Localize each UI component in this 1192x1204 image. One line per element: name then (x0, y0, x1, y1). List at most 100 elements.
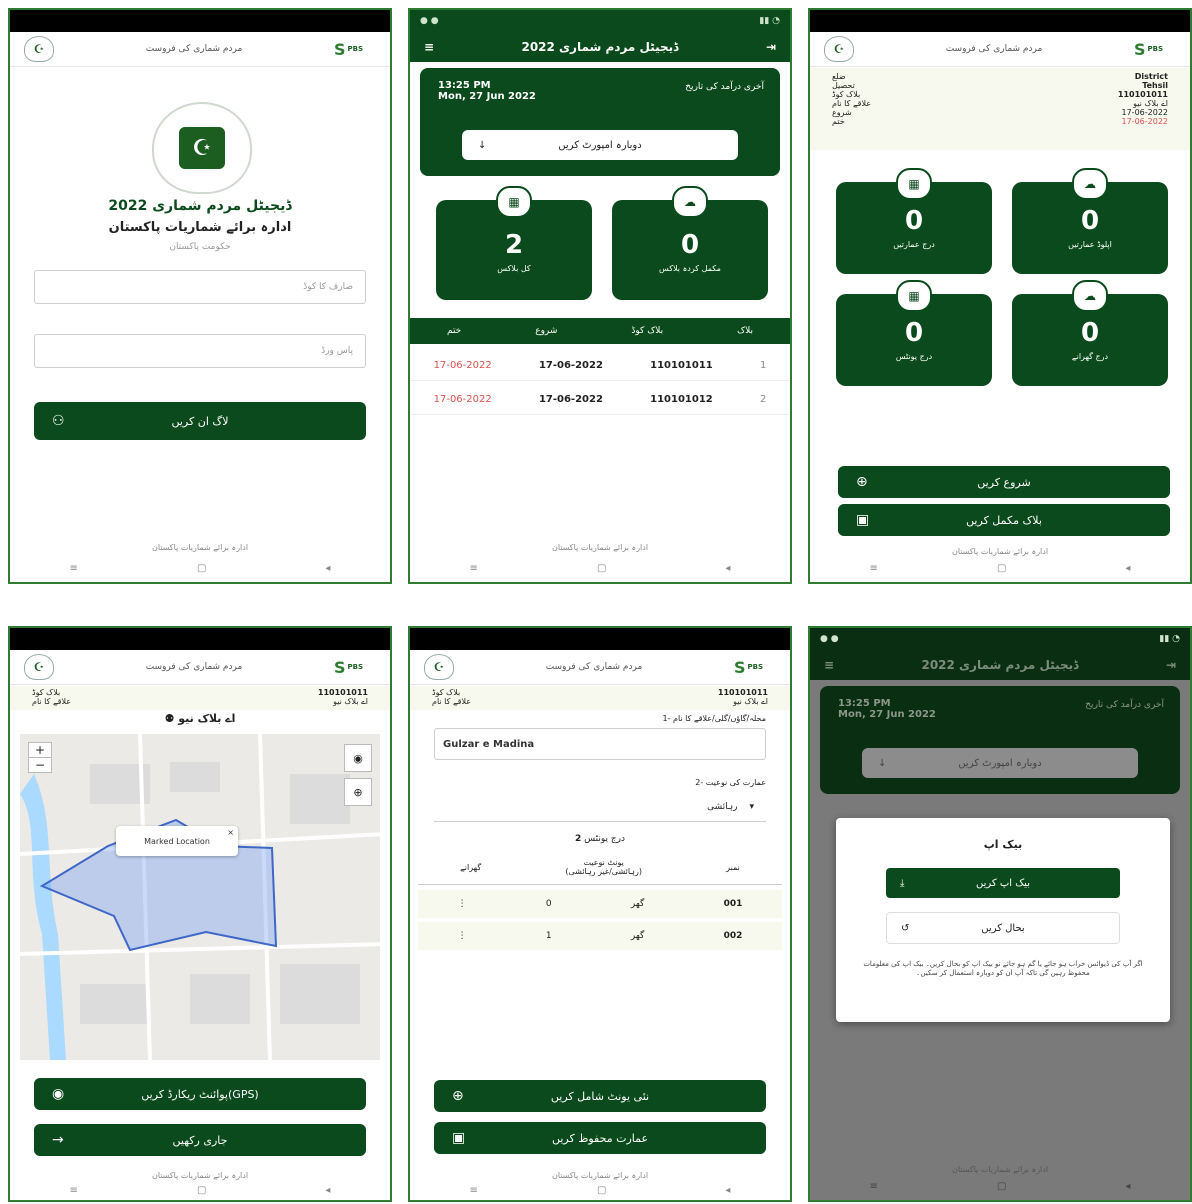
footer-text: ادارہ برائے شماریات پاکستان (151, 1171, 249, 1180)
building-type-select[interactable]: رہائشی ▾ (434, 792, 766, 822)
home-icon[interactable]: ▢ (197, 563, 206, 574)
map-block (190, 974, 250, 1024)
status-bar (410, 628, 790, 650)
footer-text: ادارہ برائے شماریات پاکستان (951, 547, 1049, 556)
last-import-label: آخری درآمد کی تاریخ (685, 82, 764, 92)
back-icon[interactable]: ◂ (725, 1185, 730, 1196)
restore-button[interactable]: ↺ بحال کریں (886, 912, 1120, 944)
menu-icon[interactable]: ≡ (870, 563, 878, 574)
pbs-logo: S PBS (733, 657, 764, 677)
menu-icon[interactable]: ≡ (824, 658, 834, 672)
reimport-button[interactable]: ↓ دوبارہ امپورٹ کریں (462, 130, 738, 160)
zoom-in-button[interactable]: + (29, 743, 51, 757)
dialog-title: بیک اپ (983, 838, 1023, 851)
add-unit-button[interactable]: ⊕ نئی یونٹ شامل کریں (434, 1080, 766, 1112)
menu-icon[interactable]: ≡ (70, 563, 78, 574)
map-road (20, 942, 380, 956)
reimport-button: ↓ دوبارہ امپورٹ کریں (862, 748, 1138, 778)
table-row[interactable]: ⋮ 1 گھر 002 (418, 922, 782, 950)
menu-icon[interactable]: ≡ (470, 563, 478, 574)
block-info: بلاک کوڈ 110101011 علاقے کا نام اے بلاک نی… (410, 686, 790, 710)
arrow-right-icon: → (52, 1132, 64, 1148)
area-name: ⚉ اے بلاک نیو (164, 712, 236, 725)
record-gps-button[interactable]: ◉ پوائنٹ ریکارڈ کریں(GPS) (34, 1078, 366, 1110)
backup-dialog-screen: ● ● ▮▮ ◔ ≡ ڈیجیٹل مردم شماری 2022 ⇥ 13:25… (808, 626, 1192, 1202)
status-bar: ● ● ▮▮ ◔ (410, 10, 790, 32)
save-icon: ▣ (452, 1130, 466, 1146)
emblem-icon: ☪ (24, 654, 54, 680)
units-table-header: گھرانے یونٹ نوعیت (رہائشی/غیر رہائشی) نمب… (418, 850, 782, 885)
building-icon: ▦ (896, 168, 932, 200)
home-icon[interactable]: ▢ (597, 1185, 606, 1196)
username-input[interactable]: صارف کا کوڈ (34, 270, 366, 304)
home-icon[interactable]: ▢ (997, 1181, 1006, 1192)
back-icon[interactable]: ◂ (1125, 563, 1130, 574)
start-button[interactable]: ⊕ شروع کریں (838, 466, 1170, 498)
back-icon[interactable]: ◂ (325, 1185, 330, 1196)
table-row[interactable]: ⋮ 0 گھر 001 (418, 890, 782, 918)
more-icon[interactable]: ⋮ (458, 931, 467, 941)
pbs-logo: S PBS (333, 39, 364, 59)
complete-block-button[interactable]: ▣ بلاک مکمل کریں (838, 504, 1170, 536)
map-view[interactable]: + − ◉ ⊕ Marked Location × (20, 734, 380, 1060)
status-bar: ● ● ▮▮ ◔ (810, 628, 1190, 650)
org-name: ادارہ برائے شماریات پاکستان (108, 220, 292, 235)
header-title: مردم شماری کی فروست (945, 44, 1043, 54)
eye-icon: ◉ (52, 1086, 65, 1102)
nav-bar: ≡ ▢ ◂ (10, 563, 390, 574)
home-icon[interactable]: ▢ (997, 563, 1006, 574)
nav-bar: ≡ ▢ ◂ (410, 563, 790, 574)
back-icon[interactable]: ◂ (325, 563, 330, 574)
save-building-button[interactable]: ▣ عمارت محفوظ کریں (434, 1122, 766, 1154)
app-bar: ≡ ڈیجیٹل مردم شماری 2022 ⇥ (810, 650, 1190, 680)
login-button[interactable]: ⚇ لاگ ان کریں (34, 402, 366, 440)
block-info: ضلع District تحصیل Tehsil بلاک کوڈ 11010101… (810, 68, 1190, 150)
more-icon[interactable]: ⋮ (458, 899, 467, 909)
history-icon: ↺ (901, 922, 910, 934)
cloud-upload-icon: ☁ (1072, 168, 1108, 200)
table-row[interactable]: 17-06-2022 17-06-2022 110101012 2 (410, 384, 790, 415)
import-time: 13:25 PM (438, 80, 491, 91)
stat-card: ☁ 0 درج گھرانے (1012, 280, 1168, 386)
back-icon[interactable]: ◂ (725, 563, 730, 574)
home-icon[interactable]: ▢ (597, 563, 606, 574)
map-screen: ☪ مردم شماری کی فروست S PBS بلاک کوڈ 11010… (8, 626, 392, 1202)
close-icon[interactable]: × (227, 828, 234, 837)
block-info: بلاک کوڈ 110101011 علاقے کا نام اے بلاک نی… (10, 686, 390, 710)
cloud-upload-icon: ☁ (672, 186, 708, 218)
emblem-icon: ☪ (24, 36, 54, 62)
river (20, 774, 66, 1060)
logout-icon[interactable]: ⇥ (1166, 658, 1176, 672)
logout-icon[interactable]: ⇥ (766, 40, 776, 54)
app-header: ☪ مردم شماری کی فروست S PBS (10, 32, 390, 67)
menu-icon[interactable]: ≡ (70, 1185, 78, 1196)
back-icon[interactable]: ◂ (1125, 1181, 1130, 1192)
continue-button[interactable]: → جاری رکھیں (34, 1124, 366, 1156)
menu-icon[interactable]: ≡ (470, 1185, 478, 1196)
home-icon[interactable]: ▢ (197, 1185, 206, 1196)
header-title: مردم شماری کی فروست (145, 44, 243, 54)
table-row[interactable]: 17-06-2022 17-06-2022 110101011 1 (410, 350, 790, 381)
locate-button[interactable]: ⊕ (344, 778, 372, 806)
footer-text: ادارہ برائے شماریات پاکستان (551, 543, 649, 552)
import-panel: 13:25 PM Mon, 27 Jun 2022 آخری درآمد کی … (420, 68, 780, 176)
password-input[interactable]: پاس ورڈ (34, 334, 366, 368)
login-screen: ☪ مردم شماری کی فروست S PBS ☪ ڈیجیٹل مردم… (8, 8, 392, 584)
zoom-controls: + − (28, 742, 52, 773)
menu-icon[interactable]: ≡ (424, 40, 434, 54)
map-popup: Marked Location × (116, 826, 238, 856)
status-bar (810, 10, 1190, 32)
locality-input[interactable]: Gulzar e Madina (434, 728, 766, 760)
download-icon: ⤓ (900, 877, 905, 889)
nav-bar: ≡ ▢ ◂ (410, 1185, 790, 1196)
app-header: ☪ مردم شماری کی فروست S PBS (10, 650, 390, 685)
import-panel: 13:25 PM Mon, 27 Jun 2022 آخری درآمد کی … (820, 686, 1180, 794)
crosshair-icon: ⊕ (353, 785, 363, 799)
zoom-out-button[interactable]: − (29, 757, 51, 772)
menu-icon[interactable]: ≡ (870, 1181, 878, 1192)
layers-button[interactable]: ◉ (344, 744, 372, 772)
save-icon: ▣ (856, 512, 870, 528)
download-icon: ↓ (478, 139, 487, 151)
backup-button[interactable]: ⤓ بیک اپ کریں (886, 868, 1120, 898)
completed-blocks-card: ☁ 0 مکمل کردہ بلاکس (612, 186, 768, 300)
